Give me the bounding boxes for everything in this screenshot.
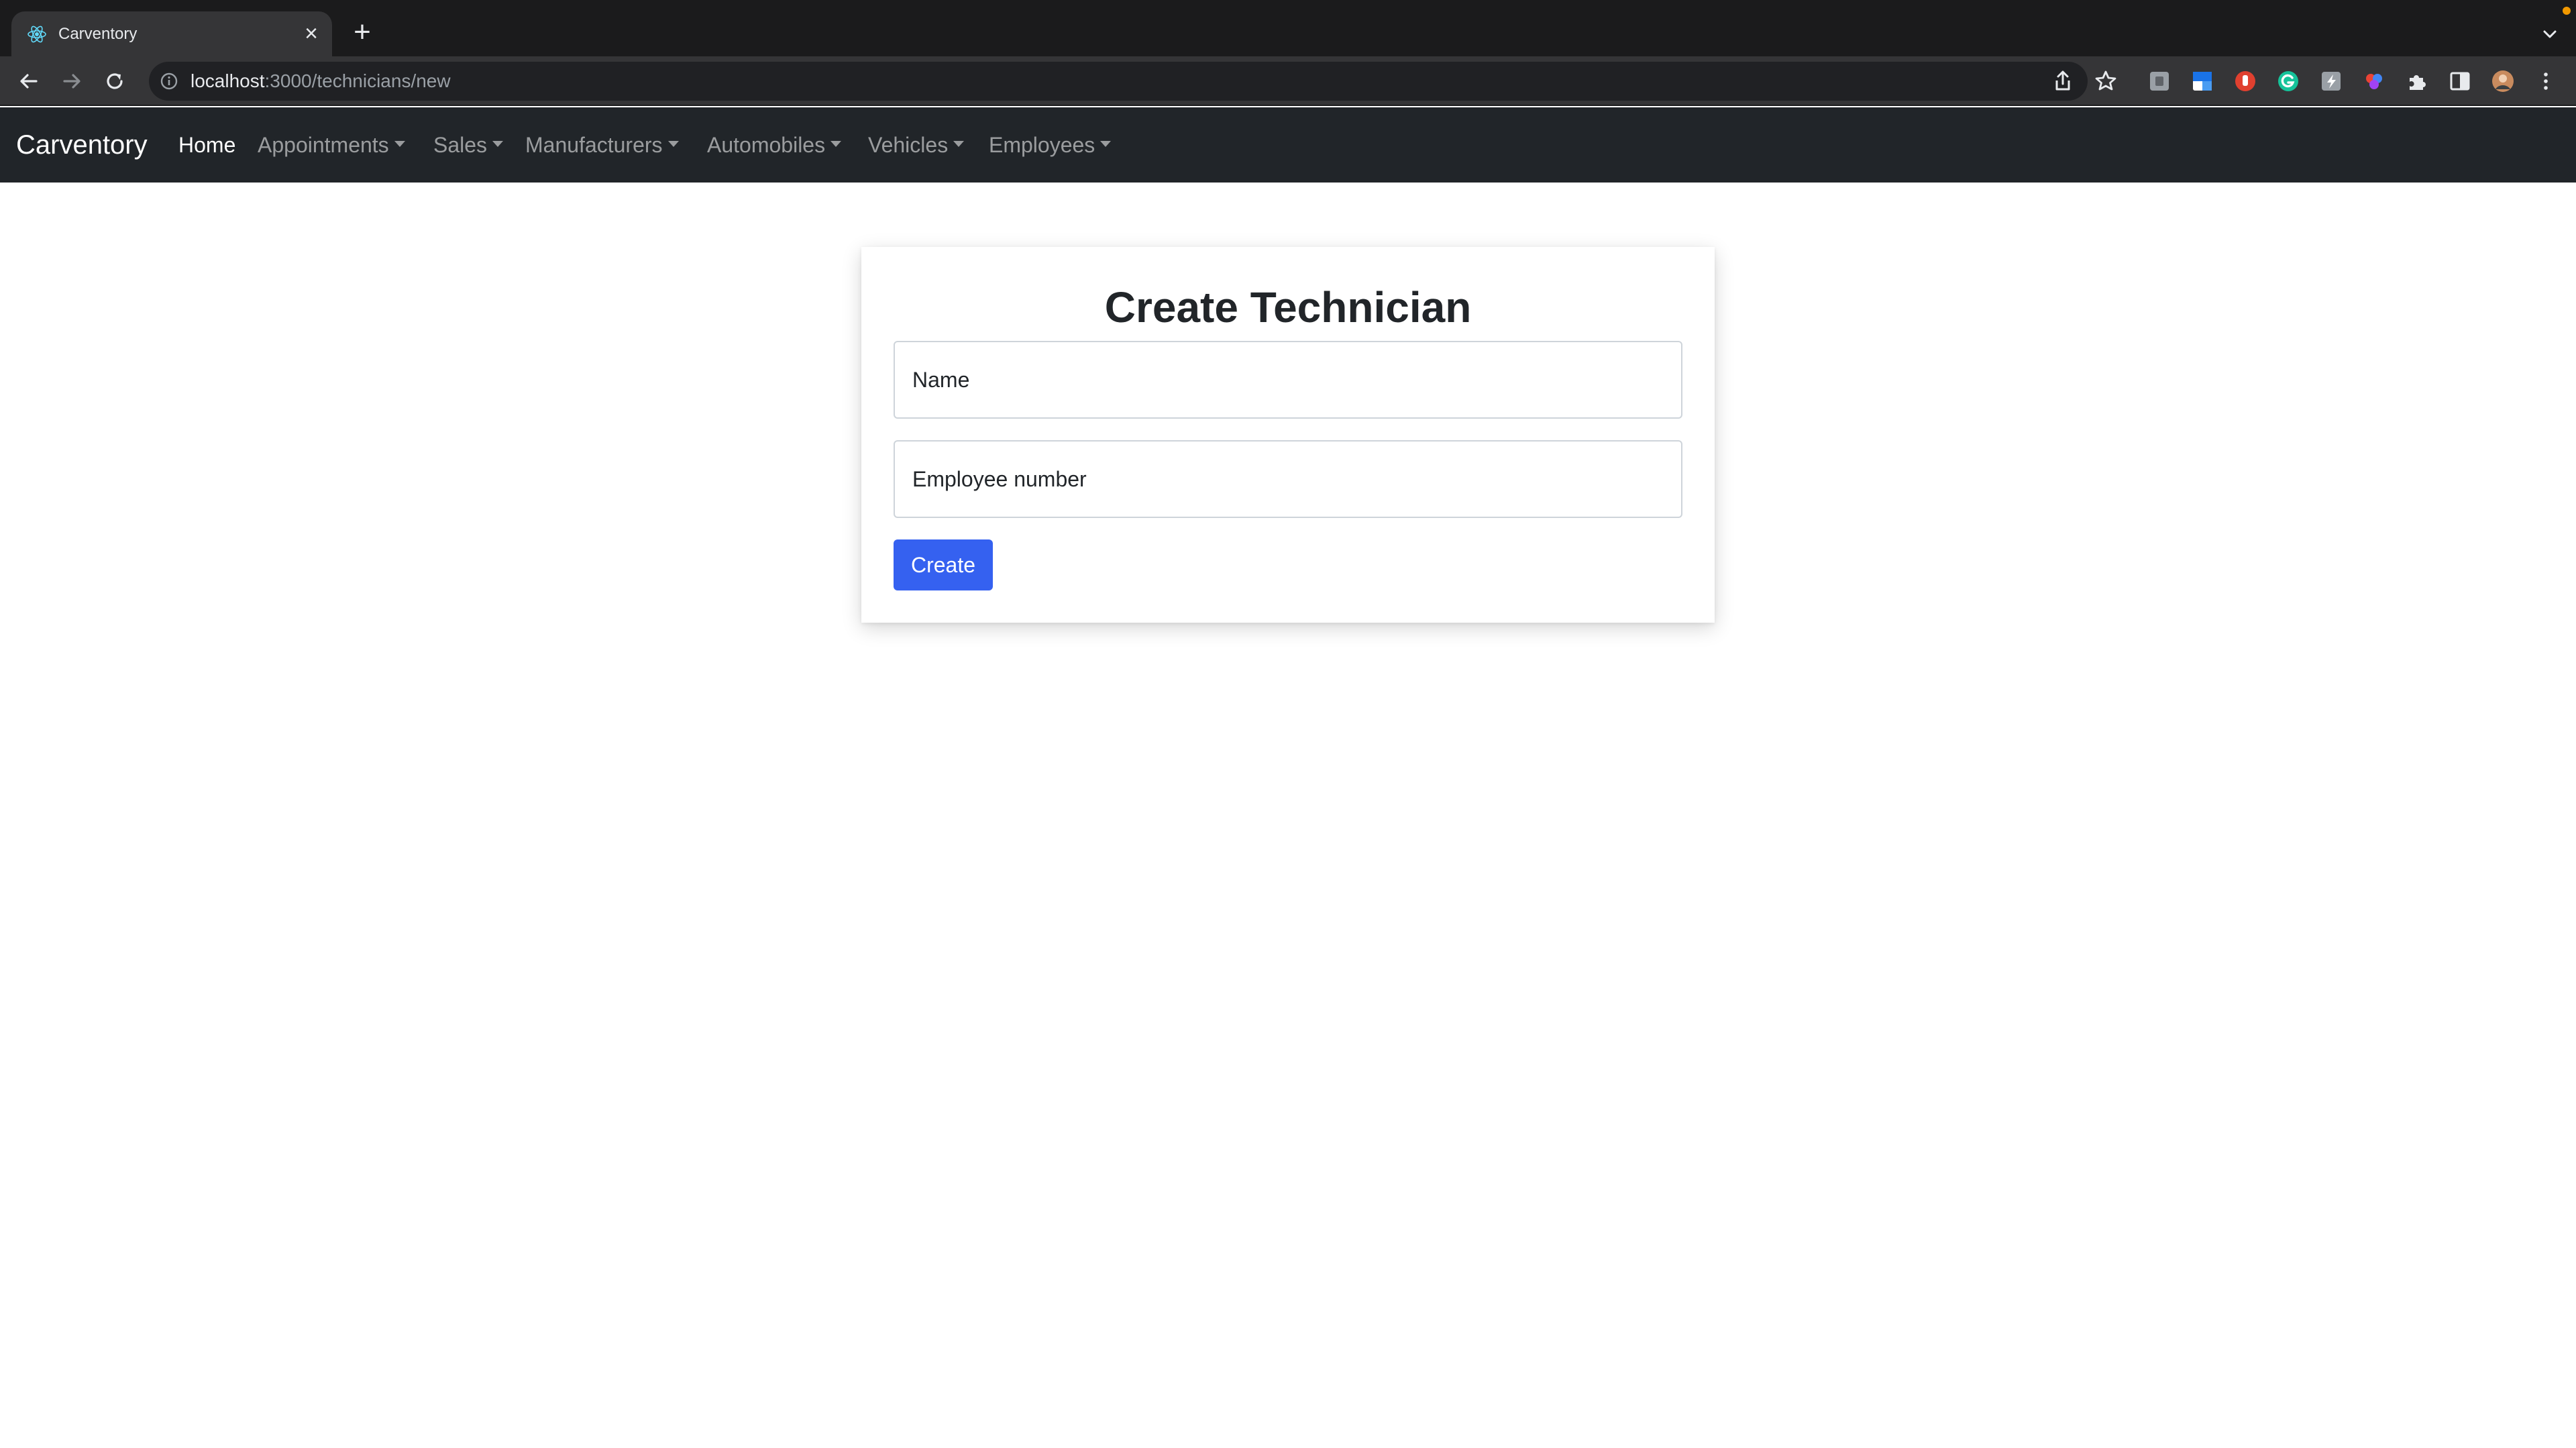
app-navbar: Carventory Home Appointments Sales Manuf… [0,107,2576,183]
site-info-icon[interactable] [160,72,178,91]
new-tab-icon[interactable]: + [349,17,376,47]
grammarly-icon[interactable] [2275,68,2301,94]
extension-bolt-icon[interactable] [2318,68,2344,94]
notification-dot [2563,7,2571,15]
profile-avatar-icon[interactable] [2490,68,2516,94]
caret-down-icon [667,141,679,148]
brand-link[interactable]: Carventory [16,107,148,183]
page-title: Create Technician [1104,283,1472,331]
extension-blue-icon[interactable] [2190,68,2215,94]
back-icon[interactable] [15,67,43,95]
extension-colorful-icon[interactable] [2361,68,2387,94]
caret-down-icon [1100,141,1112,148]
nav-appointments-label: Appointments [258,133,389,157]
nav-manufacturers-dropdown[interactable]: Manufacturers [525,107,679,183]
nav-manufacturers-label: Manufacturers [525,133,663,157]
react-icon [28,25,46,43]
employee-number-field[interactable]: Employee number [894,440,1682,518]
nav-employees-dropdown[interactable]: Employees [989,107,1112,183]
nav-home[interactable]: Home [178,107,235,183]
nav-appointments-dropdown[interactable]: Appointments [258,107,405,183]
tab-title: Carventory [58,25,138,43]
nav-automobiles-dropdown[interactable]: Automobiles [707,107,842,183]
nav-vehicles-label: Vehicles [868,133,949,157]
nav-automobiles-label: Automobiles [707,133,826,157]
forward-icon[interactable] [58,67,86,95]
url-path: :3000/technicians/new [264,70,451,91]
caret-down-icon [830,141,842,148]
browser-tab[interactable]: Carventory × [11,11,332,56]
url-host: localhost [191,70,265,91]
url-text: localhost:3000/technicians/new [191,62,451,101]
address-bar[interactable]: localhost:3000/technicians/new [149,62,2088,101]
name-field[interactable]: Name [894,341,1682,419]
browser-toolbar: localhost:3000/technicians/new [0,56,2576,106]
caret-down-icon [953,141,965,148]
caret-down-icon [394,141,405,148]
browser-menu-icon[interactable] [2533,68,2559,94]
extension-red-icon[interactable] [2233,68,2258,94]
side-panel-icon[interactable] [2447,68,2473,94]
tab-close-icon[interactable]: × [300,22,323,45]
name-field-label: Name [912,368,970,392]
share-icon[interactable] [2050,68,2076,94]
employee-number-field-label: Employee number [912,467,1087,491]
tab-search-icon[interactable] [2538,23,2561,46]
extension-gray-icon[interactable] [2147,68,2172,94]
caret-down-icon [492,141,504,148]
extensions-puzzle-icon[interactable] [2404,68,2430,94]
nav-employees-label: Employees [989,133,1095,157]
nav-sales-label: Sales [433,133,488,157]
browser-tabstrip: Carventory × + [0,0,2576,56]
nav-vehicles-dropdown[interactable]: Vehicles [868,107,965,183]
create-technician-card: Create Technician Name Employee number C… [861,247,1715,623]
create-button[interactable]: Create [894,539,993,590]
bookmark-star-icon[interactable] [2093,68,2118,94]
reload-icon[interactable] [101,67,129,95]
nav-sales-dropdown[interactable]: Sales [433,107,504,183]
